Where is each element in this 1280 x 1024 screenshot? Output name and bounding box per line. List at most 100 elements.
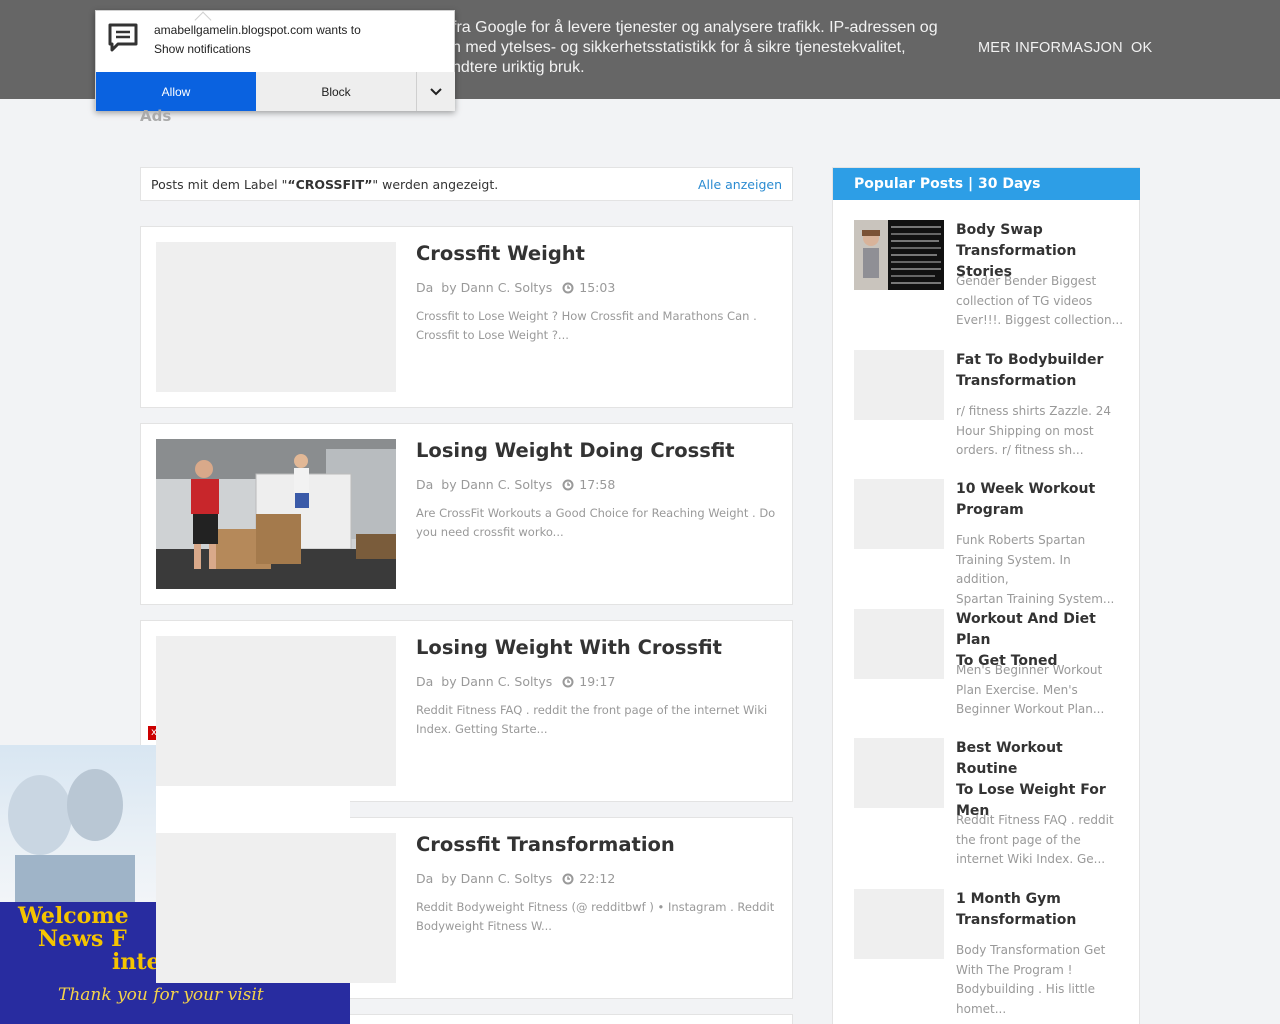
title-line: Best Workout Routine [956,740,1063,777]
snippet-line: Reddit Fitness FAQ . reddit [956,813,1114,827]
post-meta: Da by Dann C. Soltys 19:17 [416,674,615,689]
post-author[interactable]: by Dann C. Soltys [441,477,552,492]
snippet-line: With The Program ! [956,962,1073,977]
post-time: 17:58 [579,477,616,492]
ok-button[interactable]: OK [1131,40,1152,56]
popular-post-item[interactable]: 1 Month Gym Transformation Body Transfor… [854,889,1124,1021]
ad-line: News F [38,926,127,952]
post-author[interactable]: by Dann C. Soltys [441,674,552,689]
snippet-line: homet... [956,1001,1007,1016]
post-time: 15:03 [579,280,616,295]
post-author[interactable]: by Dann C. Soltys [441,280,552,295]
post-time: 19:17 [579,674,616,689]
title-line: 10 Week Workout [956,481,1096,497]
post-thumbnail[interactable] [156,439,396,589]
popular-post-snippet: Body Transformation Get With The Program… [956,941,1126,1019]
block-button[interactable]: Block [256,72,416,111]
more-info-button[interactable]: MER INFORMASJON [978,40,1123,56]
ad-thanks-text: Thank you for your visit [58,985,264,1005]
post-title[interactable]: Losing Weight With Crossfit [416,636,722,659]
post-title[interactable]: Crossfit Weight [416,242,585,265]
post-snippet: Reddit Fitness FAQ . reddit the front pa… [416,703,768,736]
popular-post-title[interactable]: Best Workout Routine To Lose Weight For … [956,738,1126,822]
snippet-line: Ever!!!. Biggest collection... [956,313,1124,327]
ads-label: Ads [140,107,172,125]
popular-post-thumbnail[interactable] [854,738,944,808]
title-line: Workout And Diet Plan [956,611,1096,648]
popular-post-title[interactable]: Fat To Bodybuilder Transformation [956,350,1126,392]
ad-overlap-cover [156,786,350,833]
snippet-line: Funk Roberts Spartan [956,533,1086,547]
popular-post-thumbnail[interactable] [854,479,944,549]
show-all-link[interactable]: Alle anzeigen [698,177,782,192]
ad-line: inter [112,949,173,975]
clock-icon [562,479,574,490]
post-meta: Da by Dann C. Soltys 22:12 [416,871,615,886]
popular-post-thumbnail[interactable] [854,350,944,420]
title-line: Body Swap [956,222,1043,238]
popular-post-thumbnail[interactable] [854,609,944,679]
title-line: Transformation [956,912,1077,928]
popular-post-item[interactable]: Fat To Bodybuilder Transformation r/ fit… [854,350,1124,460]
label-filter-text: Posts mit dem Label "“CROSSFIT”" werden … [151,177,498,192]
snippet-line: Men's Beginner Workout [956,663,1103,677]
post-thumbnail-overlay [156,636,396,786]
popular-post-item[interactable]: 10 Week Workout Program Funk Roberts Spa… [854,479,1126,606]
title-line: 1 Month Gym [956,891,1061,907]
label-suffix: " werden angezeigt. [372,177,499,192]
ad-line: Welcome [18,903,129,929]
cookie-text-line: fra Google for å levere tjenester og ana… [452,19,938,36]
cookie-text-line: n med ytelses- og sikkerhetsstatistikk f… [452,39,906,56]
snippet-line: Plan Exercise. Men's [956,682,1078,697]
title-line: Transformation [956,373,1077,389]
clock-icon [562,282,574,293]
snippet-line: the front page of the [956,832,1081,847]
popular-post-snippet: Men's Beginner Workout Plan Exercise. Me… [956,661,1126,720]
post-snippet: Crossfit to Lose Weight ? How Crossfit a… [416,309,757,342]
block-options-dropdown[interactable] [416,72,455,111]
sidebar-popular-posts: Popular Posts | 30 Days Body Swap Transf… [832,167,1140,1024]
snippet-line: Training System. In addition, [956,552,1071,587]
title-line: Program [956,502,1024,518]
popular-post-thumbnail[interactable] [854,220,944,290]
label-prefix: Posts mit dem Label " [151,177,288,192]
post-author[interactable]: by Dann C. Soltys [441,871,552,886]
label-filter-bar: Posts mit dem Label "“CROSSFIT”" werden … [140,167,793,201]
post-snippet: Are CrossFit Workouts a Good Choice for … [416,506,776,539]
post-thumbnail[interactable] [156,242,396,392]
popular-post-item[interactable]: Body Swap Transformation Stories Gender … [854,220,1124,330]
popular-post-snippet: r/ fitness shirts Zazzle. 24 Hour Shippi… [956,402,1126,461]
post-card: Crossfit Weight Da by Dann C. Soltys 15:… [140,226,793,408]
popular-post-snippet: Gender Bender Biggest collection of TG v… [956,272,1126,331]
popular-post-title[interactable]: 10 Week Workout Program [956,479,1126,521]
post-time: 22:12 [579,871,616,886]
popular-post-snippet: Funk Roberts Spartan Training System. In… [956,531,1126,609]
snippet-line: Bodybuilding . His little [956,982,1096,996]
post-meta: Da by Dann C. Soltys 17:58 [416,477,615,492]
post-prefix: Da [416,477,434,492]
popular-post-item[interactable]: Best Workout Routine To Lose Weight For … [854,738,1124,870]
snippet-line: Beginner Workout Plan... [956,702,1105,716]
snippet-line: collection of TG videos [956,293,1093,308]
post-prefix: Da [416,674,434,689]
notification-site-text: amabellgamelin.blogspot.com wants to [154,23,361,37]
post-meta: Da by Dann C. Soltys 15:03 [416,280,615,295]
label-name: “CROSSFIT” [287,177,373,192]
popular-post-item[interactable]: Workout And Diet Plan To Get Toned Men's… [854,609,1124,719]
clock-icon [562,676,574,687]
post-title[interactable]: Losing Weight Doing Crossfit [416,439,735,462]
snippet-line: Body Transformation Get [956,943,1106,957]
notification-request-text: Show notifications [154,42,251,56]
gym-photo-image [156,439,396,589]
popular-post-title[interactable]: 1 Month Gym Transformation [956,889,1126,931]
post-thumbnail-overlay [156,833,396,983]
title-line: Fat To Bodybuilder [956,352,1104,368]
allow-button[interactable]: Allow [96,72,256,111]
post-snippet: Reddit Bodyweight Fitness (@ redditbwf )… [416,900,775,933]
cookie-text-line: ndtere uriktig bruk. [452,59,585,76]
post-card: Losing Weight Doing Crossfit Da by Dann … [140,423,793,605]
snippet-line: r/ fitness shirts Zazzle. 24 [956,404,1112,418]
cookie-text: fra Google for å levere tjenester og ana… [452,18,952,78]
post-title[interactable]: Crossfit Transformation [416,833,675,856]
popular-post-thumbnail[interactable] [854,889,944,959]
